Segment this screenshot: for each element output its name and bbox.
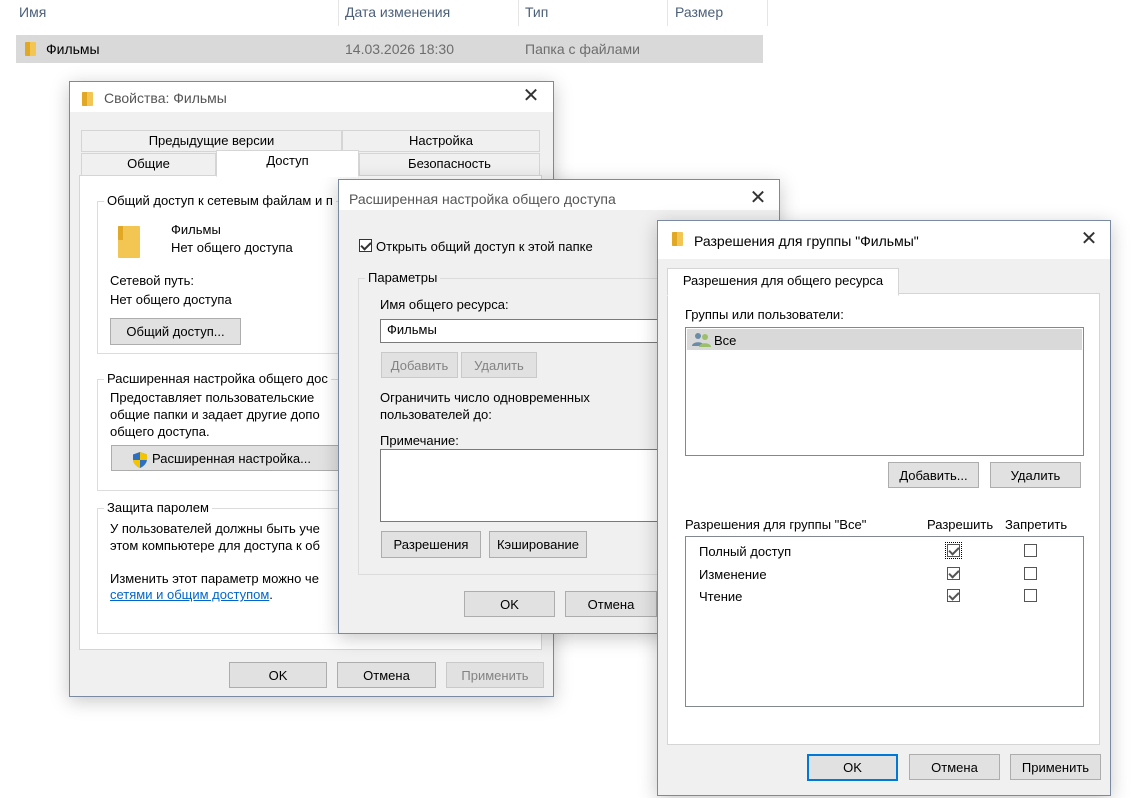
folder-icon xyxy=(82,92,93,106)
folder-icon xyxy=(672,232,683,246)
column-header-type[interactable]: Тип xyxy=(525,0,548,26)
window-title: Свойства: Фильмы xyxy=(104,90,227,106)
tab-previous-versions[interactable]: Предыдущие версии xyxy=(81,130,342,152)
group-label: Общий доступ к сетевым файлам и п xyxy=(104,193,336,208)
network-center-link-line: сетями и общим доступом. xyxy=(110,587,273,602)
permissions-button[interactable]: Разрешения xyxy=(381,531,481,558)
password-desc-line1: У пользователей должны быть уче xyxy=(110,521,320,536)
share-permissions-panel: Группы или пользователи: Все Добавить...… xyxy=(667,293,1100,745)
window-title: Расширенная настройка общего доступа xyxy=(349,191,616,207)
caching-button[interactable]: Кэширование xyxy=(489,531,587,558)
tab-share-permissions[interactable]: Разрешения для общего ресурса xyxy=(667,268,899,296)
shared-folder-status: Нет общего доступа xyxy=(171,240,293,255)
remove-user-button[interactable]: Удалить xyxy=(990,462,1081,488)
column-divider[interactable] xyxy=(667,0,668,26)
column-header-name[interactable]: Имя xyxy=(19,0,46,26)
tab-customize[interactable]: Настройка xyxy=(342,130,540,152)
title-bar[interactable]: Расширенная настройка общего доступа ✕ xyxy=(339,180,779,210)
column-divider[interactable] xyxy=(518,0,519,26)
advanced-desc-line3: общего доступа. xyxy=(110,424,210,439)
allow-read-checkbox[interactable] xyxy=(947,589,960,602)
cancel-button[interactable]: Отмена xyxy=(565,591,657,617)
title-bar[interactable]: Разрешения для группы "Фильмы" ✕ xyxy=(658,221,1110,259)
cancel-button[interactable]: Отмена xyxy=(909,754,1000,780)
deny-read-checkbox[interactable] xyxy=(1024,589,1037,602)
advanced-sharing-button[interactable]: Расширенная настройка... xyxy=(111,445,341,471)
tab-sharing[interactable]: Доступ xyxy=(216,150,359,177)
list-item-selected[interactable] xyxy=(687,329,1082,350)
add-user-button[interactable]: Добавить... xyxy=(888,462,979,488)
permission-name: Изменение xyxy=(699,567,767,582)
shared-folder-name: Фильмы xyxy=(171,222,221,237)
apply-button[interactable]: Применить xyxy=(1010,754,1101,780)
column-header-size[interactable]: Размер xyxy=(675,0,723,26)
permissions-list: Полный доступ Изменение Чтение xyxy=(685,536,1084,707)
comment-label: Примечание: xyxy=(380,433,459,448)
user-limit-label-line2: пользователей до: xyxy=(380,407,492,422)
network-path-value: Нет общего доступа xyxy=(110,292,232,307)
close-icon[interactable]: ✕ xyxy=(1078,229,1100,251)
group-item-everyone: Все xyxy=(714,333,737,348)
ok-button[interactable]: OK xyxy=(464,591,555,617)
window-title: Разрешения для группы "Фильмы" xyxy=(694,233,919,249)
permission-name: Полный доступ xyxy=(699,544,792,559)
share-folder-label[interactable]: Открыть общий доступ к этой папке xyxy=(376,239,593,254)
file-type: Папка с файлами xyxy=(525,41,640,57)
close-icon[interactable]: ✕ xyxy=(747,188,769,210)
share-folder-checkbox[interactable] xyxy=(359,239,372,252)
group-label: Параметры xyxy=(365,270,441,285)
user-limit-label-line1: Ограничить число одновременных xyxy=(380,390,590,405)
password-desc-line3: Изменить этот параметр можно че xyxy=(110,571,319,586)
ok-button[interactable]: OK xyxy=(229,662,327,688)
group-label: Защита паролем xyxy=(104,500,212,515)
advanced-desc-line1: Предоставляет пользовательские xyxy=(110,390,315,405)
allow-change-checkbox[interactable] xyxy=(947,567,960,580)
cancel-button[interactable]: Отмена xyxy=(337,662,436,688)
advanced-sharing-label: Расширенная настройка... xyxy=(152,451,311,466)
network-center-link[interactable]: сетями и общим доступом xyxy=(110,587,269,602)
column-header-date[interactable]: Дата изменения xyxy=(345,0,450,26)
ok-button[interactable]: OK xyxy=(807,754,898,781)
deny-full-control-checkbox[interactable] xyxy=(1024,544,1037,557)
group-label: Расширенная настройка общего дос xyxy=(104,371,331,386)
password-desc-line2: этом компьютере для доступа к об xyxy=(110,538,320,553)
tab-general[interactable]: Общие xyxy=(81,153,216,177)
add-share-name-button[interactable]: Добавить xyxy=(381,352,458,378)
share-button[interactable]: Общий доступ... xyxy=(110,318,241,345)
apply-button[interactable]: Применить xyxy=(446,662,544,688)
title-bar[interactable]: Свойства: Фильмы ✕ xyxy=(70,82,553,112)
file-date: 14.03.2026 18:30 xyxy=(345,41,454,57)
deny-header: Запретить xyxy=(1005,517,1068,532)
allow-full-control-checkbox[interactable] xyxy=(945,542,962,559)
permissions-window: Разрешения для группы "Фильмы" ✕ Разреше… xyxy=(657,220,1111,796)
users-group-icon xyxy=(692,332,712,347)
allow-header: Разрешить xyxy=(927,517,994,532)
link-suffix: . xyxy=(269,587,273,602)
share-name-label: Имя общего ресурса: xyxy=(380,297,509,312)
column-divider[interactable] xyxy=(338,0,339,26)
network-path-label: Сетевой путь: xyxy=(110,273,194,288)
permissions-header: Разрешения для группы "Все" xyxy=(685,517,867,532)
groups-list[interactable]: Все xyxy=(685,327,1084,456)
tab-security[interactable]: Безопасность xyxy=(359,153,540,177)
file-name: Фильмы xyxy=(46,41,100,57)
close-icon[interactable]: ✕ xyxy=(520,86,542,108)
deny-change-checkbox[interactable] xyxy=(1024,567,1037,580)
groups-label: Группы или пользователи: xyxy=(685,307,844,322)
advanced-desc-line2: общие папки и задает другие допо xyxy=(110,407,320,422)
column-divider[interactable] xyxy=(767,0,768,26)
permission-name: Чтение xyxy=(699,589,743,604)
shield-icon xyxy=(132,451,148,468)
remove-share-name-button[interactable]: Удалить xyxy=(461,352,537,378)
folder-icon xyxy=(118,226,140,258)
folder-icon xyxy=(25,42,36,56)
